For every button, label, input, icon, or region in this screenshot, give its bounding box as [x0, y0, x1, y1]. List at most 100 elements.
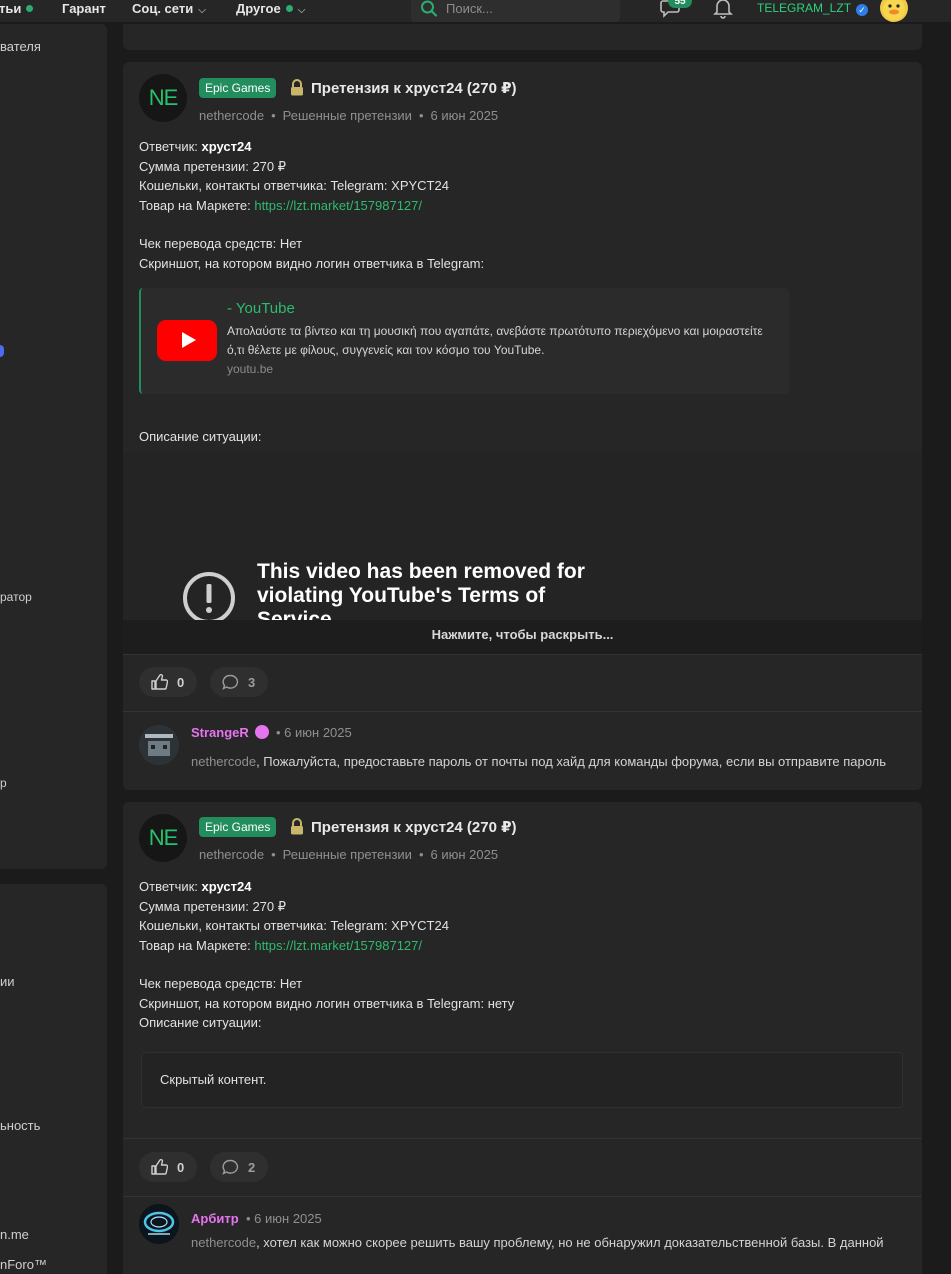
commenter-name[interactable]: Арбитр	[191, 1211, 239, 1226]
like-button[interactable]: 0	[139, 1152, 197, 1182]
author-avatar[interactable]: NE	[139, 74, 187, 122]
nav-item-other[interactable]: Другое ⌵	[236, 0, 305, 22]
post-date: 6 июн 2025	[430, 108, 499, 123]
wallets-line: Кошельки, контакты ответчика: Telegram: …	[139, 918, 449, 933]
bell-icon[interactable]	[713, 0, 733, 19]
comment-date: • 6 июн 2025	[276, 725, 352, 740]
avatar-image-icon	[139, 725, 179, 765]
sidebar-fragment[interactable]: вателя	[0, 39, 41, 54]
youtube-logo-icon	[157, 320, 217, 361]
receipt-line: Чек перевода средств: Нет	[139, 976, 303, 991]
author-name[interactable]: nethercode	[199, 108, 264, 123]
embed-title[interactable]: - YouTube	[227, 300, 295, 317]
comment-bubble-icon	[222, 674, 239, 690]
post-card: NE Epic Games Претензия к хруст24 (270 ₽…	[123, 802, 922, 1274]
comment-date: • 6 июн 2025	[246, 1211, 322, 1226]
expand-button[interactable]: Нажмите, чтобы раскрыть...	[123, 620, 922, 654]
exclamation-icon	[183, 572, 235, 624]
comment-button[interactable]: 2	[210, 1152, 268, 1182]
chevron-down-icon: ⌵	[297, 5, 306, 16]
post-title[interactable]: Претензия к хруст24 (270 ₽)	[311, 79, 517, 97]
post-title[interactable]: Претензия к хруст24 (270 ₽)	[311, 818, 517, 836]
post-body: Ответчик: хруст24 Сумма претензии: 270 ₽…	[139, 137, 484, 273]
nav-item-guarantor[interactable]: Гарант	[62, 0, 106, 22]
market-line: Товар на Маркете: https://lzt.market/157…	[139, 937, 422, 953]
new-indicator-dot	[26, 5, 34, 12]
search-icon	[421, 0, 438, 17]
respondent-line: Ответчик: хруст24	[139, 139, 252, 154]
sidebar-fragment[interactable]: р	[0, 776, 7, 790]
comment-count: 2	[248, 1160, 256, 1175]
new-indicator-dot	[285, 5, 293, 12]
divider	[123, 1138, 922, 1139]
divider	[123, 711, 922, 712]
thumbs-up-icon	[151, 1159, 168, 1175]
search-placeholder: Поиск...	[446, 1, 493, 16]
chevron-down-icon: ⌵	[198, 5, 206, 16]
commenter-avatar[interactable]	[139, 725, 179, 765]
comment-count: 3	[248, 675, 256, 690]
user-avatar[interactable]	[880, 0, 908, 22]
sidebar-fragment[interactable]: ьность	[0, 1118, 40, 1133]
amount-line: Сумма претензии: 270 ₽	[139, 158, 287, 174]
hidden-content-block[interactable]: Скрытый контент.	[141, 1052, 903, 1108]
post-meta: nethercode • Решенные претензии • 6 июн 2025	[199, 108, 498, 123]
situation-label: Описание ситуации:	[139, 1015, 262, 1030]
thumbs-up-icon	[151, 674, 168, 690]
prefix-tag[interactable]: Epic Games	[199, 817, 277, 837]
post-date: 6 июн 2025	[430, 847, 499, 862]
post-body: Ответчик: хруст24 Сумма претензии: 270 ₽…	[139, 877, 514, 1033]
sidebar-panel: ии ьность n.me nForo™	[0, 884, 107, 1274]
nav-item-social[interactable]: Соц. сети ⌵	[132, 0, 206, 22]
embed-description: Απολαύστε τα βίντεο και τη μουσική που α…	[227, 324, 763, 357]
meta-separator: •	[418, 847, 424, 862]
role-badge-icon	[254, 725, 269, 739]
author-avatar[interactable]: NE	[139, 814, 187, 862]
commenter-avatar[interactable]	[139, 1204, 179, 1244]
sidebar-fragment[interactable]: ии	[0, 974, 15, 989]
messages-badge: 55	[668, 0, 692, 8]
meta-separator: •	[271, 108, 276, 123]
post-meta: nethercode • Решенные претензии • 6 июн 2025	[199, 847, 498, 862]
sidebar-indicator-dot	[0, 345, 4, 357]
like-button[interactable]: 0	[139, 667, 197, 697]
meta-separator: •	[418, 108, 424, 123]
comment-mention[interactable]: nethercode	[191, 754, 256, 769]
previous-post-stub	[123, 24, 922, 50]
search-input[interactable]: Поиск...	[411, 0, 620, 22]
avatar-image-icon	[139, 1204, 179, 1244]
market-line: Товар на Маркете: https://lzt.market/157…	[139, 197, 422, 213]
post-category[interactable]: Решенные претензии	[283, 108, 412, 123]
meta-separator: •	[276, 725, 285, 740]
top-navigation-bar: тьи Гарант Соц. сети ⌵ Другое ⌵ Поиск... 5…	[0, 0, 951, 22]
verified-icon: ✓	[856, 4, 869, 16]
sidebar-fragment[interactable]: nForo™	[0, 1257, 47, 1272]
market-link[interactable]: https://lzt.market/157987127/	[254, 938, 422, 953]
comment-mention[interactable]: nethercode	[191, 1235, 256, 1250]
lock-icon	[291, 818, 303, 835]
sidebar-fragment[interactable]: n.me	[0, 1227, 29, 1242]
prefix-tag[interactable]: Epic Games	[199, 78, 277, 98]
current-user[interactable]: TELEGRAM_LZT ✓	[757, 1, 869, 16]
sidebar-panel: вателя ратор р	[0, 24, 107, 869]
meta-separator: •	[246, 1211, 255, 1226]
like-count: 0	[177, 675, 185, 690]
comment-text: nethercode, хотел как можно скорее решит…	[191, 1235, 884, 1250]
meta-separator: •	[271, 847, 276, 862]
youtube-link-preview[interactable]: - YouTube Απολαύστε τα βίντεο και τη μου…	[139, 288, 789, 394]
market-link[interactable]: https://lzt.market/157987127/	[254, 198, 422, 213]
comment-button[interactable]: 3	[210, 667, 268, 697]
receipt-line: Чек перевода средств: Нет	[139, 236, 303, 251]
embed-domain: youtu.be	[227, 362, 274, 376]
lock-icon	[291, 79, 303, 96]
commenter-name[interactable]: StrangeR	[191, 725, 269, 740]
respondent-line: Ответчик: хруст24	[139, 879, 252, 894]
screenshot-line: Скриншот, на котором видно логин ответчи…	[139, 995, 515, 1011]
sidebar-fragment[interactable]: ратор	[0, 590, 32, 604]
author-name[interactable]: nethercode	[199, 847, 264, 862]
post-category[interactable]: Решенные претензии	[283, 847, 412, 862]
wallets-line: Кошельки, контакты ответчика: Telegram: …	[139, 178, 449, 193]
divider	[123, 654, 922, 655]
nav-item-articles[interactable]: тьи	[0, 0, 34, 22]
comment-bubble-icon	[222, 1159, 239, 1175]
